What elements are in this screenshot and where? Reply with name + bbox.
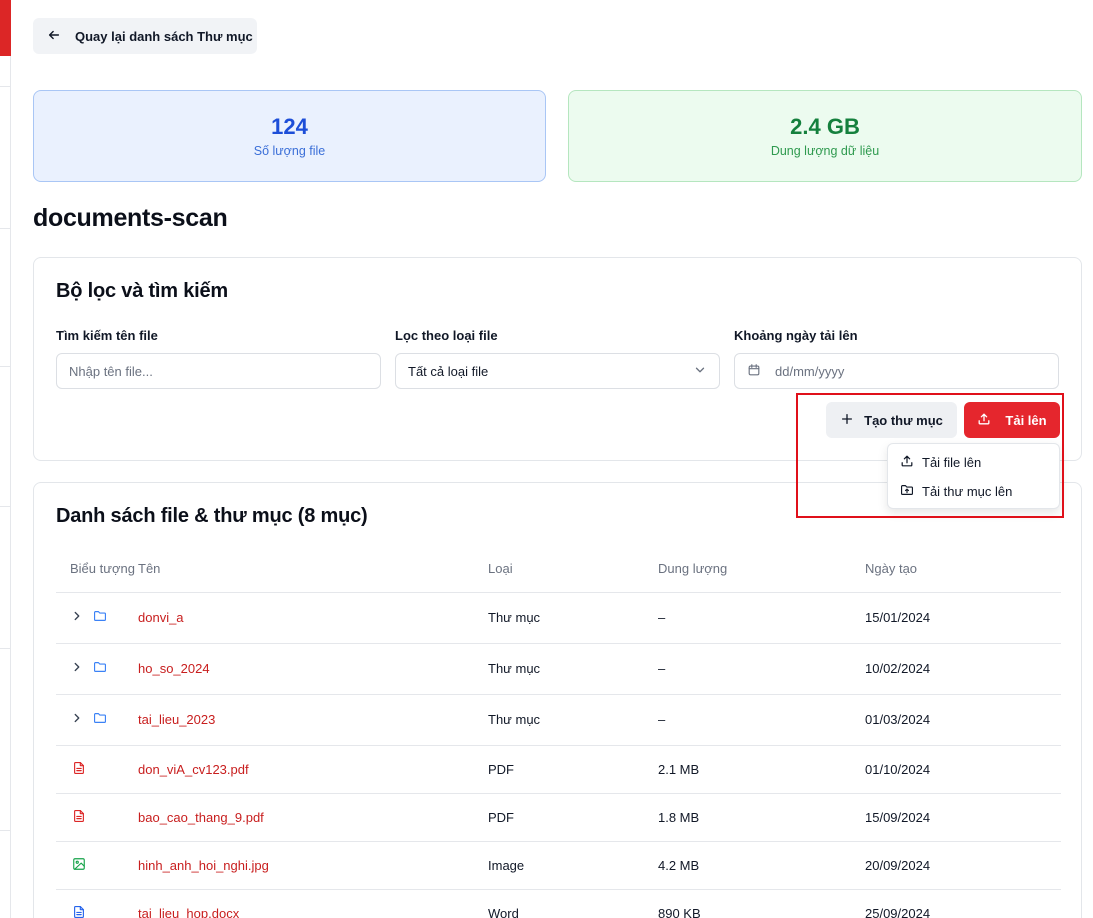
pdf-file-icon xyxy=(72,761,86,778)
file-list-title: Danh sách file & thư mục (8 mục) xyxy=(56,505,368,527)
arrow-left-icon xyxy=(47,28,61,45)
row-date: 01/10/2024 xyxy=(865,745,1061,794)
row-name-link[interactable]: tai_lieu_hop.docx xyxy=(138,906,239,918)
row-type: Thư mục xyxy=(488,592,658,644)
table-row[interactable]: tai_lieu_2023 Thư mục – 01/03/2024 xyxy=(56,694,1061,746)
row-name-link[interactable]: tai_lieu_2023 xyxy=(138,712,215,727)
folder-icon xyxy=(93,711,107,728)
table-row[interactable]: bao_cao_thang_9.pdf PDF 1.8 MB 15/09/202… xyxy=(56,793,1061,842)
create-folder-button[interactable]: Tạo thư mục xyxy=(826,402,957,438)
folder-icon xyxy=(93,660,107,677)
storage-value: 2.4 GB xyxy=(790,114,860,139)
upload-label: Tải lên xyxy=(1005,412,1047,428)
page-title: documents-scan xyxy=(33,204,228,232)
storage-label: Dung lượng dữ liệu xyxy=(770,144,880,158)
row-date: 15/01/2024 xyxy=(865,592,1061,644)
row-type: PDF xyxy=(488,793,658,842)
row-name-link[interactable]: ho_so_2024 xyxy=(138,661,210,676)
upload-icon xyxy=(977,412,991,429)
image-file-icon xyxy=(72,857,86,874)
upload-folder-menu-item[interactable]: Tải thư mục lên xyxy=(888,477,1059,506)
word-file-icon xyxy=(72,905,86,918)
file-list-card: Danh sách file & thư mục (8 mục) Biểu tư… xyxy=(33,482,1082,918)
upload-menu: Tải file lên Tải thư mục lên xyxy=(887,443,1060,509)
table-row[interactable]: donvi_a Thư mục – 15/01/2024 xyxy=(56,592,1061,644)
table-row[interactable]: tai_lieu_hop.docx Word 890 KB 25/09/2024 xyxy=(56,889,1061,918)
column-header-size[interactable]: Dung lượng xyxy=(658,545,865,593)
row-size: – xyxy=(658,643,865,695)
filter-card: Bộ lọc và tìm kiếm Tìm kiếm tên file Nhậ… xyxy=(33,257,1082,461)
chevron-right-icon[interactable] xyxy=(70,711,84,728)
row-date: 01/03/2024 xyxy=(865,694,1061,746)
file-count-label: Số lượng file xyxy=(253,144,326,158)
table-row[interactable]: hinh_anh_hoi_nghi.jpg Image 4.2 MB 20/09… xyxy=(56,841,1061,890)
row-type: Thư mục xyxy=(488,643,658,695)
sidebar-active-indicator xyxy=(0,0,11,56)
plus-icon xyxy=(840,412,854,429)
calendar-icon xyxy=(747,363,761,380)
row-name-link[interactable]: don_viA_cv123.pdf xyxy=(138,762,249,777)
upload-file-menu-item[interactable]: Tải file lên xyxy=(888,448,1059,477)
back-button-label: Quay lại danh sách Thư mục xyxy=(75,28,253,44)
column-header-date[interactable]: Ngày tạo xyxy=(865,545,1061,593)
search-input[interactable]: Nhập tên file... xyxy=(56,353,381,389)
row-type: PDF xyxy=(488,745,658,794)
sidebar-edge xyxy=(0,0,11,918)
search-placeholder: Nhập tên file... xyxy=(69,363,153,379)
row-date: 15/09/2024 xyxy=(865,793,1061,842)
chevron-down-icon xyxy=(693,363,707,380)
file-type-select[interactable]: Tất cả loại file xyxy=(395,353,720,389)
table-header: Biểu tượng Tên Loại Dung lượng Ngày tạo xyxy=(56,545,1061,593)
row-type: Word xyxy=(488,889,658,918)
date-range-label: Khoảng ngày tải lên xyxy=(734,328,858,343)
chevron-right-icon[interactable] xyxy=(70,609,84,626)
row-size: – xyxy=(658,694,865,746)
folder-upload-icon xyxy=(900,483,914,500)
row-name-link[interactable]: donvi_a xyxy=(138,610,184,625)
column-header-name[interactable]: Tên xyxy=(138,545,488,593)
folder-icon xyxy=(93,609,107,626)
date-range-input[interactable]: dd/mm/yyyy xyxy=(734,353,1059,389)
chevron-right-icon[interactable] xyxy=(70,660,84,677)
file-count-card: 124 Số lượng file xyxy=(33,90,546,182)
file-table: Biểu tượng Tên Loại Dung lượng Ngày tạo … xyxy=(56,545,1061,918)
column-header-icon: Biểu tượng xyxy=(56,545,138,593)
table-row[interactable]: don_viA_cv123.pdf PDF 2.1 MB 01/10/2024 xyxy=(56,745,1061,794)
table-row[interactable]: ho_so_2024 Thư mục – 10/02/2024 xyxy=(56,643,1061,695)
row-date: 20/09/2024 xyxy=(865,841,1061,890)
row-size: – xyxy=(658,592,865,644)
date-placeholder: dd/mm/yyyy xyxy=(775,363,845,379)
row-date: 10/02/2024 xyxy=(865,643,1061,695)
row-size: 4.2 MB xyxy=(658,841,865,890)
row-type: Thư mục xyxy=(488,694,658,746)
storage-card: 2.4 GB Dung lượng dữ liệu xyxy=(568,90,1082,182)
row-name-link[interactable]: bao_cao_thang_9.pdf xyxy=(138,810,264,825)
type-filter-label: Lọc theo loại file xyxy=(395,328,498,343)
filter-card-title: Bộ lọc và tìm kiếm xyxy=(56,280,229,302)
upload-file-label: Tải file lên xyxy=(922,455,982,470)
file-count-value: 124 xyxy=(271,114,308,139)
create-folder-label: Tạo thư mục xyxy=(864,412,943,428)
row-size: 2.1 MB xyxy=(658,745,865,794)
pdf-file-icon xyxy=(72,809,86,826)
upload-button[interactable]: Tải lên xyxy=(964,402,1060,438)
search-label: Tìm kiếm tên file xyxy=(56,328,158,343)
file-type-selected: Tất cả loại file xyxy=(408,363,489,379)
row-type: Image xyxy=(488,841,658,890)
row-date: 25/09/2024 xyxy=(865,889,1061,918)
upload-folder-label: Tải thư mục lên xyxy=(922,484,1013,499)
upload-file-icon xyxy=(900,454,914,471)
row-name-link[interactable]: hinh_anh_hoi_nghi.jpg xyxy=(138,858,269,873)
back-to-folder-list-button[interactable]: Quay lại danh sách Thư mục xyxy=(33,18,257,54)
row-size: 890 KB xyxy=(658,889,865,918)
row-size: 1.8 MB xyxy=(658,793,865,842)
column-header-type[interactable]: Loại xyxy=(488,545,658,593)
